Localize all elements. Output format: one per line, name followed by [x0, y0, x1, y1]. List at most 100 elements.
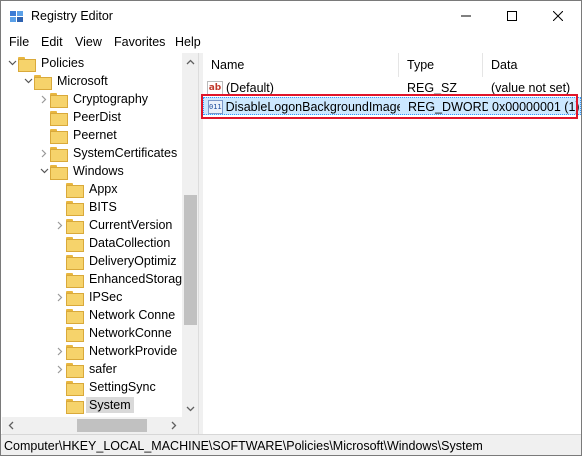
tree-item-network-conne[interactable]: Network Conne [54, 306, 178, 324]
menu-file[interactable]: File [9, 35, 29, 49]
values-pane[interactable]: Name Type Data ab (Default) REG_SZ (valu… [203, 53, 581, 434]
folder-icon [66, 290, 84, 306]
chevron-right-icon[interactable] [54, 216, 66, 234]
tree-item-label: NetworkProvide [89, 344, 178, 358]
folder-icon [34, 74, 52, 90]
tree-item-label: Windows [73, 164, 124, 178]
tree-item-datacollection[interactable]: DataCollection [54, 234, 173, 252]
scroll-left-arrow-icon[interactable] [2, 417, 19, 434]
value-data: (value not set) [491, 81, 571, 95]
tree-item-label: PeerDist [73, 110, 121, 124]
value-name: DisableLogonBackgroundImage [225, 100, 400, 114]
key-tree-pane[interactable]: Policies Microsoft Cryptography PeerDist Pee… [2, 53, 199, 434]
tree-item-label: SystemCertificates [73, 146, 178, 160]
menu-bar: File Edit View Favorites Help [1, 32, 581, 52]
tree-item-label: Policies [41, 56, 85, 70]
chevron-right-icon[interactable] [38, 144, 50, 162]
chevron-right-icon[interactable] [54, 288, 66, 306]
tree-item-label: safer [89, 362, 117, 376]
menu-edit[interactable]: Edit [41, 35, 63, 49]
scroll-down-arrow-icon[interactable] [182, 400, 198, 417]
folder-icon [50, 164, 68, 180]
value-type: REG_DWORD [408, 100, 488, 114]
column-header-data[interactable]: Data [483, 53, 581, 77]
tree-item-systemcertificates[interactable]: SystemCertificates [38, 144, 180, 162]
close-icon [553, 11, 563, 21]
scroll-up-arrow-icon[interactable] [182, 53, 198, 70]
tree-item-label: SettingSync [89, 380, 156, 394]
tree-item-networkprovide[interactable]: NetworkProvide [54, 342, 180, 360]
column-header-name[interactable]: Name [203, 53, 399, 77]
folder-icon [66, 326, 84, 342]
tree-vertical-scrollbar[interactable] [182, 53, 198, 417]
tree-item-peerdist[interactable]: PeerDist [38, 108, 124, 126]
tree-item-peernet[interactable]: Peernet [38, 126, 120, 144]
tree-horizontal-scroll-thumb[interactable] [77, 419, 147, 432]
binary-value-icon: 011 [208, 100, 223, 114]
tree-vertical-scroll-thumb[interactable] [184, 195, 197, 325]
folder-icon [66, 236, 84, 252]
tree-item-appx[interactable]: Appx [54, 180, 121, 198]
tree-item-label: EnhancedStorag [89, 272, 183, 286]
tree-item-deliveryoptimiz[interactable]: DeliveryOptimiz [54, 252, 180, 270]
chevron-right-icon[interactable] [54, 342, 66, 360]
tree-item-windows[interactable]: Windows [38, 162, 127, 180]
menu-view[interactable]: View [75, 35, 102, 49]
tree-item-networkconne[interactable]: NetworkConne [54, 324, 175, 342]
tree-item-bits[interactable]: BITS [54, 198, 120, 216]
folder-icon [66, 344, 84, 360]
tree-item-system[interactable]: System [54, 396, 134, 414]
tree-item-label: System [86, 397, 134, 413]
folder-icon [50, 92, 68, 108]
value-row-default[interactable]: ab (Default) REG_SZ (value not set) [203, 79, 581, 97]
folder-icon [66, 200, 84, 216]
chevron-down-icon[interactable] [6, 54, 18, 72]
title-bar[interactable]: Registry Editor [1, 1, 581, 31]
folder-icon [50, 110, 68, 126]
tree-item-policies[interactable]: Policies [6, 54, 87, 72]
tree-item-currentversion[interactable]: CurrentVersion [54, 216, 175, 234]
folder-icon [66, 272, 84, 288]
tree-item-ipsec[interactable]: IPSec [54, 288, 125, 306]
value-row-disablelogonbackgroundimage[interactable]: 011 DisableLogonBackgroundImage REG_DWOR… [203, 97, 581, 115]
folder-icon [66, 398, 84, 414]
menu-favorites[interactable]: Favorites [114, 35, 165, 49]
folder-icon [66, 218, 84, 234]
tree-item-label: DeliveryOptimiz [89, 254, 177, 268]
tree-item-microsoft[interactable]: Microsoft [22, 72, 111, 90]
close-button[interactable] [535, 1, 581, 31]
scroll-right-arrow-icon[interactable] [165, 417, 182, 434]
column-header-type[interactable]: Type [399, 53, 483, 77]
tree-item-label: Microsoft [57, 74, 108, 88]
chevron-down-icon[interactable] [38, 162, 50, 180]
tree-item-cryptography[interactable]: Cryptography [38, 90, 151, 108]
tree-horizontal-scrollbar[interactable] [2, 417, 198, 434]
status-path: Computer\HKEY_LOCAL_MACHINE\SOFTWARE\Pol… [4, 439, 483, 453]
tree-item-settingsync[interactable]: SettingSync [54, 378, 159, 396]
folder-icon [66, 380, 84, 396]
maximize-button[interactable] [489, 1, 535, 31]
chevron-right-icon[interactable] [54, 360, 66, 378]
chevron-right-icon[interactable] [38, 90, 50, 108]
maximize-icon [507, 11, 517, 21]
tree-item-label: Network Conne [89, 308, 176, 322]
menu-help[interactable]: Help [175, 35, 201, 49]
folder-icon [18, 56, 36, 72]
folder-icon [66, 182, 84, 198]
value-data: 0x00000001 (1) [492, 100, 580, 114]
folder-icon [66, 254, 84, 270]
tree-item-enhancedstorag[interactable]: EnhancedStorag [54, 270, 185, 288]
minimize-button[interactable] [443, 1, 489, 31]
folder-icon [50, 128, 68, 144]
tree-item-label: Appx [89, 182, 118, 196]
tree-item-safer[interactable]: safer [54, 360, 120, 378]
chevron-down-icon[interactable] [22, 72, 34, 90]
registry-editor-window: Registry Editor File Edit View Favorites… [0, 0, 582, 456]
